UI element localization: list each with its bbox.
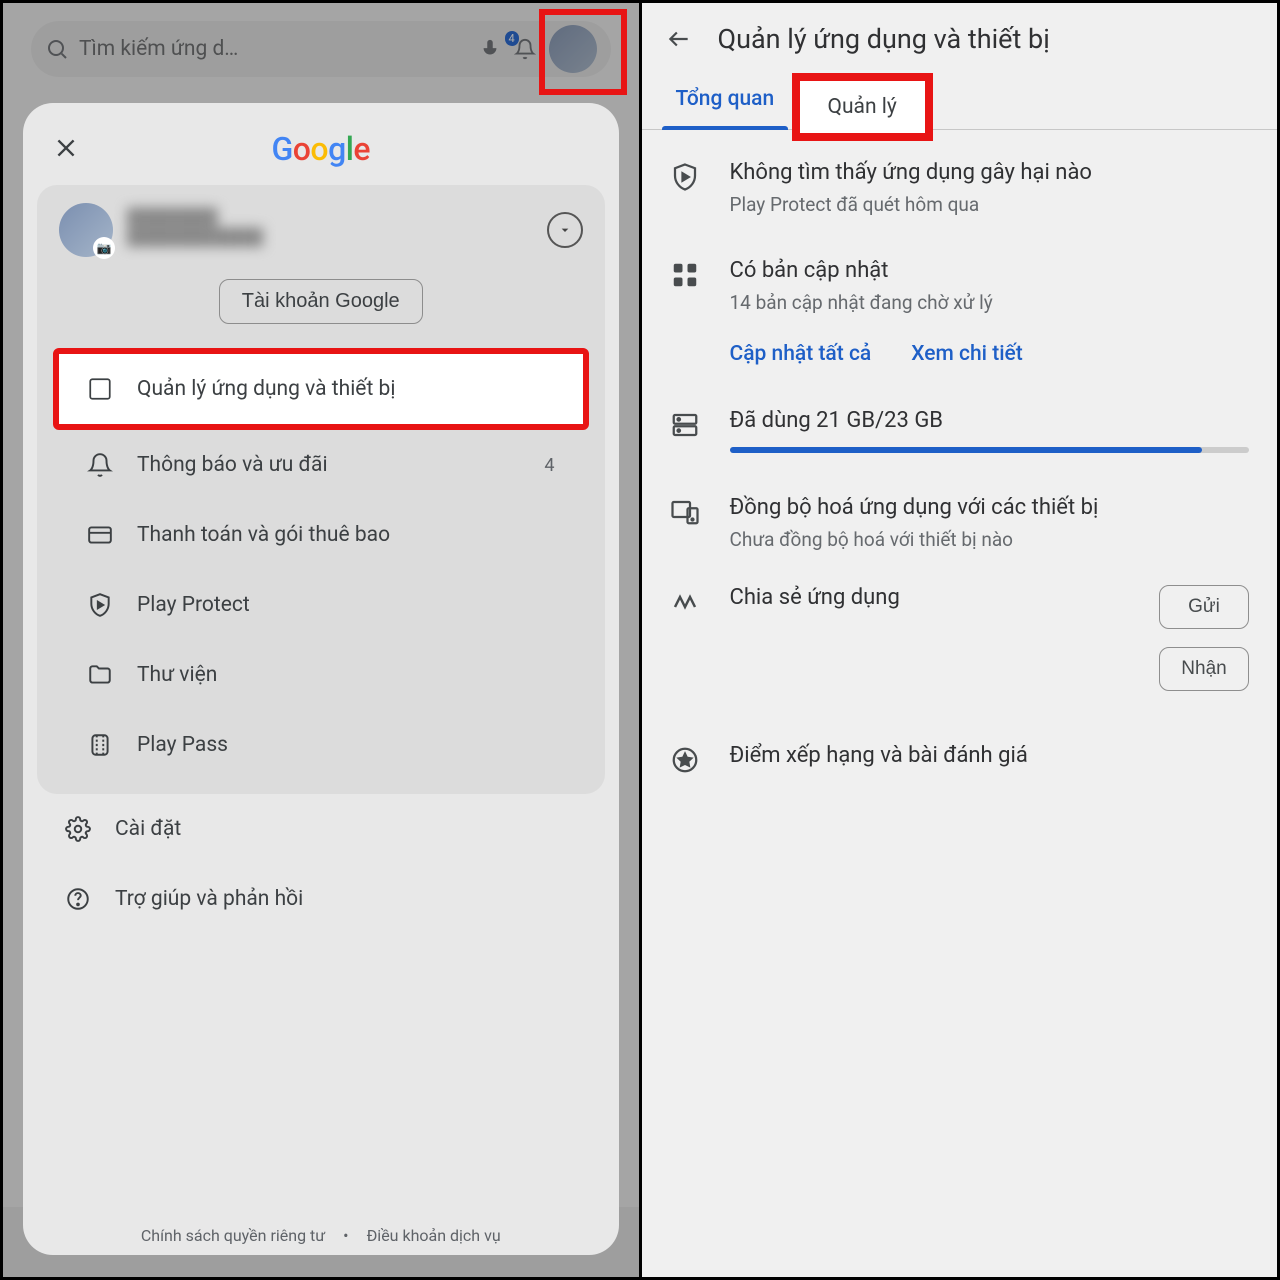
- manage-google-account-button[interactable]: Tài khoản Google: [219, 279, 423, 324]
- account-sheet: Google 📷 ████████████████████ Tài khoản …: [23, 103, 619, 1255]
- section-sync[interactable]: Đồng bộ hoá ứng dụng với các thiết bị Ch…: [642, 465, 1278, 563]
- separator-dot: •: [343, 1226, 348, 1245]
- account-name-redacted: ████████████████████: [127, 207, 533, 253]
- account-avatar[interactable]: 📷: [59, 203, 113, 257]
- receive-button[interactable]: Nhận: [1159, 647, 1249, 691]
- share-nearby-icon: [670, 587, 700, 617]
- star-circle-icon: [670, 745, 700, 775]
- protect-title: Không tìm thấy ứng dụng gây hại nào: [730, 160, 1250, 185]
- sync-title: Đồng bộ hoá ứng dụng với các thiết bị: [730, 495, 1250, 520]
- ticket-icon: [87, 732, 113, 758]
- tabs: Tổng quan Quản lý: [642, 67, 1278, 130]
- page-header: Quản lý ứng dụng và thiết bị: [642, 3, 1278, 67]
- menu-play-pass[interactable]: Play Pass: [59, 710, 583, 780]
- update-all-button[interactable]: Cập nhật tất cả: [730, 342, 872, 366]
- menu-settings[interactable]: Cài đặt: [37, 794, 605, 864]
- menu-label: Thông báo và ưu đãi: [137, 453, 328, 477]
- menu-label: Cài đặt: [115, 817, 181, 841]
- menu-label: Play Protect: [137, 593, 250, 617]
- menu-label: Play Pass: [137, 733, 228, 757]
- storage-title: Đã dùng 21 GB/23 GB: [730, 408, 1250, 433]
- search-bar[interactable]: Tìm kiếm ứng d… 4: [31, 21, 611, 77]
- page-title: Quản lý ứng dụng và thiết bị: [718, 23, 1050, 55]
- devices-icon: [670, 497, 700, 527]
- terms-link[interactable]: Điều khoản dịch vụ: [367, 1226, 501, 1245]
- shield-play-icon: [87, 592, 113, 618]
- close-button[interactable]: [49, 131, 83, 165]
- avatar[interactable]: [549, 25, 597, 73]
- menu-label: Quản lý ứng dụng và thiết bị: [137, 377, 395, 401]
- search-placeholder: Tìm kiếm ứng d…: [79, 37, 469, 61]
- ratings-title: Điểm xếp hạng và bài đánh giá: [730, 743, 1250, 768]
- menu-notifications[interactable]: Thông báo và ưu đãi 4: [59, 430, 583, 500]
- section-ratings[interactable]: Điểm xếp hạng và bài đánh giá: [642, 713, 1278, 787]
- grid-icon: [87, 376, 113, 402]
- menu-label: Trợ giúp và phản hồi: [115, 887, 303, 911]
- menu-count: 4: [544, 455, 554, 476]
- shield-play-icon: [670, 162, 700, 192]
- notification-badge: 4: [505, 31, 519, 46]
- gear-icon: [65, 816, 91, 842]
- menu-payments[interactable]: Thanh toán và gói thuê bao: [59, 500, 583, 570]
- send-button[interactable]: Gửi: [1159, 585, 1249, 629]
- updates-subtitle: 14 bản cập nhật đang chờ xử lý: [730, 291, 1250, 314]
- section-share: Chia sẻ ứng dụng Gửi Nhận: [642, 563, 1278, 713]
- account-card: 📷 ████████████████████ Tài khoản Google …: [37, 185, 605, 794]
- share-title: Chia sẻ ứng dụng: [730, 585, 1130, 610]
- section-play-protect[interactable]: Không tìm thấy ứng dụng gây hại nào Play…: [642, 130, 1278, 228]
- expand-accounts-button[interactable]: [547, 212, 583, 248]
- apps-icon: [670, 260, 700, 290]
- see-details-button[interactable]: Xem chi tiết: [911, 342, 1023, 366]
- help-icon: [65, 886, 91, 912]
- back-button[interactable]: [666, 26, 692, 52]
- tab-overview[interactable]: Tổng quan: [666, 67, 785, 129]
- tab-manage[interactable]: Quản lý: [792, 73, 933, 141]
- bell-outline-icon: [87, 452, 113, 478]
- menu-manage-apps[interactable]: Quản lý ứng dụng và thiết bị: [53, 348, 589, 430]
- mic-icon[interactable]: [479, 38, 501, 60]
- card-icon: [87, 522, 113, 548]
- notifications-button[interactable]: 4: [511, 35, 539, 63]
- menu-library[interactable]: Thư viện: [59, 640, 583, 710]
- search-icon: [45, 37, 69, 61]
- menu-play-protect[interactable]: Play Protect: [59, 570, 583, 640]
- section-storage[interactable]: Đã dùng 21 GB/23 GB: [642, 378, 1278, 465]
- folder-icon: [87, 662, 113, 688]
- sync-subtitle: Chưa đồng bộ hoá với thiết bị nào: [730, 528, 1250, 551]
- privacy-link[interactable]: Chính sách quyền riêng tư: [141, 1226, 325, 1245]
- google-logo: Google: [271, 130, 370, 168]
- protect-subtitle: Play Protect đã quét hôm qua: [730, 193, 1250, 216]
- camera-icon: 📷: [93, 237, 115, 259]
- section-updates: Có bản cập nhật 14 bản cập nhật đang chờ…: [642, 228, 1278, 378]
- menu-help[interactable]: Trợ giúp và phản hồi: [37, 864, 605, 934]
- storage-icon: [670, 410, 700, 440]
- menu-label: Thư viện: [137, 663, 217, 687]
- footer-links: Chính sách quyền riêng tư • Điều khoản d…: [37, 1218, 605, 1245]
- updates-title: Có bản cập nhật: [730, 258, 1250, 283]
- storage-progress: [730, 447, 1250, 453]
- menu-label: Thanh toán và gói thuê bao: [137, 523, 390, 547]
